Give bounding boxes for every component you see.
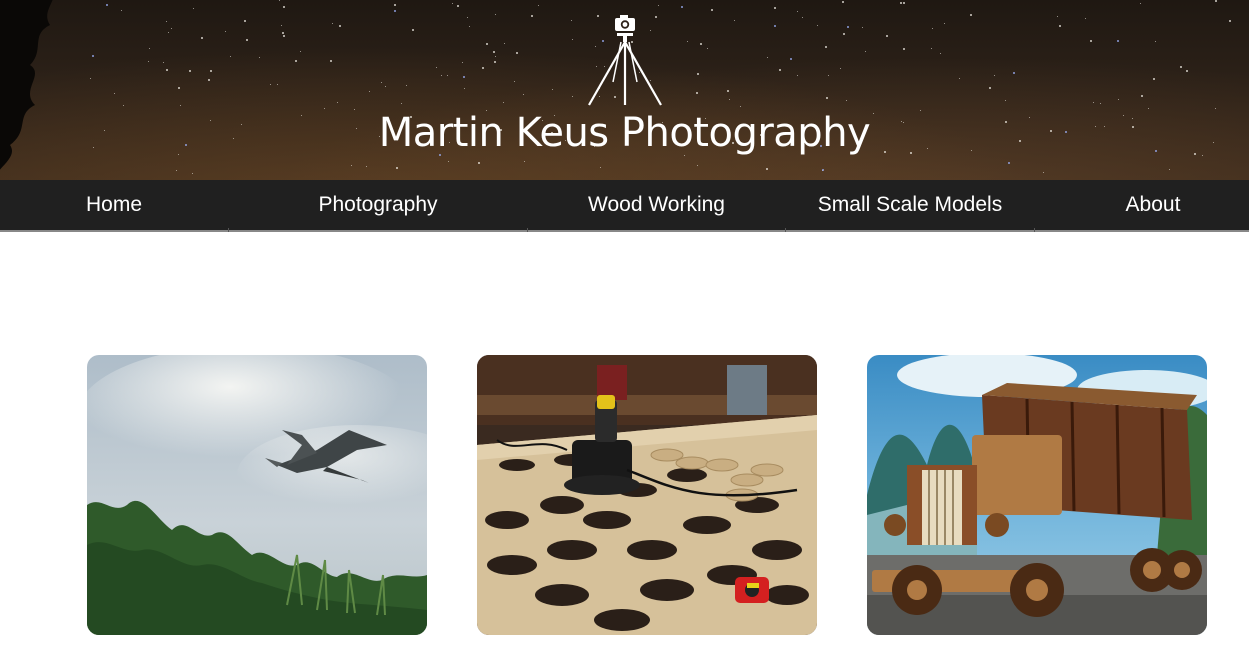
star-dot xyxy=(524,161,525,162)
main-navigation: Home Photography Wood Working Small Scal… xyxy=(0,180,1249,232)
star-dot xyxy=(457,5,459,7)
star-dot xyxy=(478,162,480,164)
star-dot xyxy=(351,165,352,166)
card-small-scale-models[interactable] xyxy=(867,355,1207,635)
star-dot xyxy=(1169,169,1170,170)
star-dot xyxy=(822,169,824,171)
camera-tripod-icon xyxy=(587,15,662,106)
star-dot xyxy=(452,3,453,4)
star-dot xyxy=(396,167,398,169)
heron-in-flight-photo xyxy=(87,355,427,635)
wooden-truck-model-photo xyxy=(867,355,1207,635)
star-dot xyxy=(1215,0,1217,2)
plywood-router-workbench-photo xyxy=(477,355,817,635)
star-dot xyxy=(1215,108,1216,109)
star-dot xyxy=(279,0,280,1)
star-dot xyxy=(697,165,698,166)
nav-item-photography[interactable]: Photography xyxy=(229,180,527,230)
star-dot xyxy=(1148,108,1149,109)
nav-item-about[interactable]: About xyxy=(1035,180,1249,230)
star-dot xyxy=(192,173,193,174)
nav-item-home[interactable]: Home xyxy=(0,180,228,230)
star-dot xyxy=(283,6,285,8)
card-wood-working[interactable] xyxy=(477,355,817,635)
star-dot xyxy=(394,4,396,6)
star-dot xyxy=(903,2,905,4)
star-dot xyxy=(658,5,659,6)
star-dot xyxy=(193,8,194,9)
site-title[interactable]: Martin Keus Photography xyxy=(0,110,1249,156)
star-dot xyxy=(774,7,776,9)
card-photography[interactable] xyxy=(87,355,427,635)
star-dot xyxy=(711,9,713,11)
star-dot xyxy=(121,10,122,11)
star-dot xyxy=(366,166,367,167)
star-dot xyxy=(176,170,177,171)
nav-item-wood-working[interactable]: Wood Working xyxy=(528,180,785,230)
star-dot xyxy=(681,6,683,8)
site-header: Martin Keus Photography xyxy=(0,0,1249,180)
star-dot xyxy=(448,161,449,162)
star-dot xyxy=(842,1,844,3)
logo[interactable] xyxy=(0,12,1249,108)
star-dot xyxy=(766,168,768,170)
star-dot xyxy=(1043,172,1044,173)
nav-item-small-scale-models[interactable]: Small Scale Models xyxy=(786,180,1034,230)
feature-cards xyxy=(0,355,1249,635)
star-dot xyxy=(106,4,108,6)
star-dot xyxy=(1008,162,1010,164)
star-dot xyxy=(324,108,325,109)
star-dot xyxy=(900,2,902,4)
star-dot xyxy=(600,167,601,168)
star-dot xyxy=(538,5,539,6)
star-dot xyxy=(1140,3,1141,4)
